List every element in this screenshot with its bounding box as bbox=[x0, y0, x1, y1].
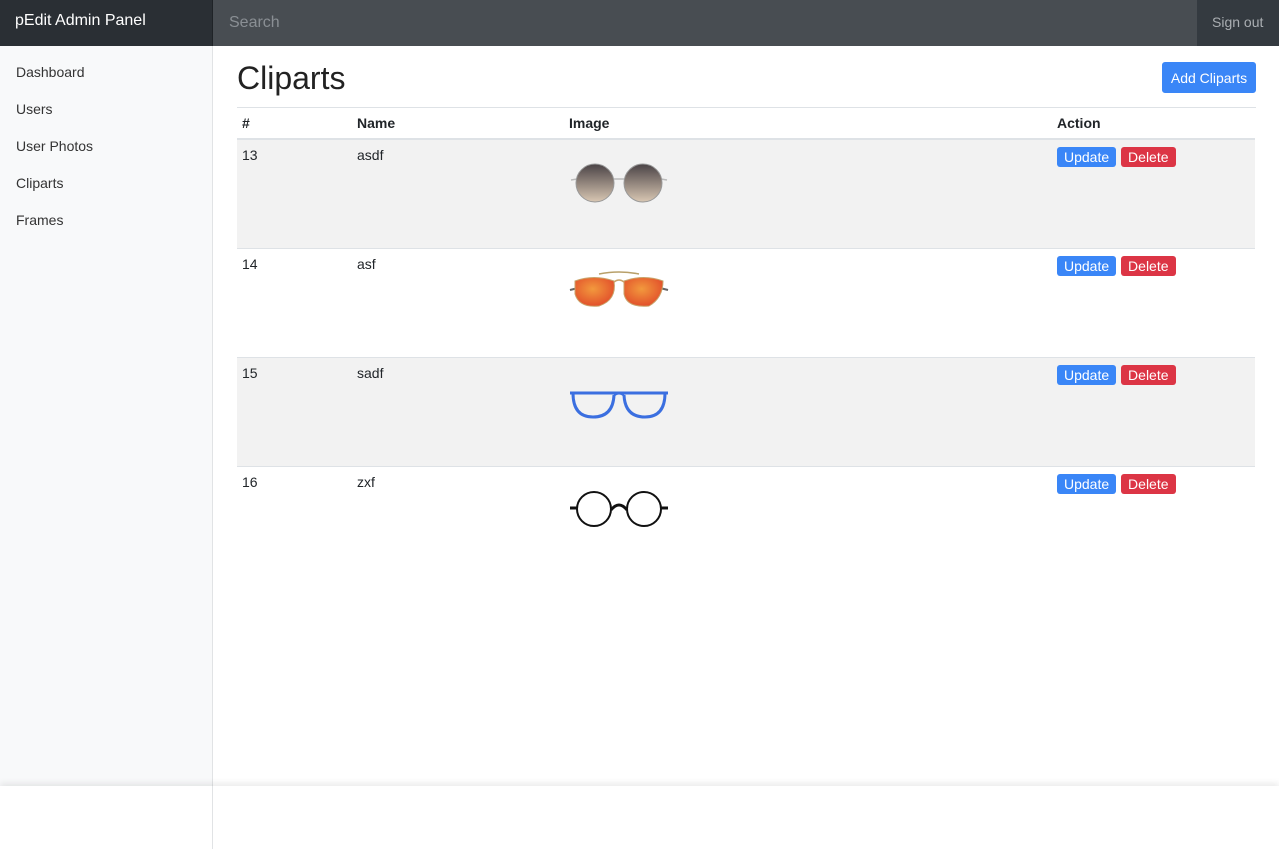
bottom-panel-sidebar-segment bbox=[0, 786, 213, 849]
row-name: asf bbox=[357, 247, 569, 357]
sidebar-item-dashboard[interactable]: Dashboard bbox=[0, 54, 212, 91]
sign-out-link[interactable]: Sign out bbox=[1197, 0, 1279, 46]
column-header-id: # bbox=[237, 108, 357, 140]
row-id: 13 bbox=[237, 138, 357, 248]
black-round-glasses-icon bbox=[570, 490, 668, 527]
sidebar-item-cliparts[interactable]: Cliparts bbox=[0, 165, 212, 202]
row-id: 16 bbox=[237, 465, 357, 575]
sidebar-item-users[interactable]: Users bbox=[0, 91, 212, 128]
add-cliparts-button[interactable]: Add Cliparts bbox=[1162, 62, 1256, 93]
top-navbar: pEdit Admin Panel Sign out bbox=[0, 0, 1279, 46]
delete-button[interactable]: Delete bbox=[1121, 364, 1176, 385]
delete-button[interactable]: Delete bbox=[1121, 147, 1176, 167]
sidebar: Dashboard Users User Photos Cliparts Fra… bbox=[0, 46, 213, 786]
sidebar-item-frames[interactable]: Frames bbox=[0, 202, 212, 239]
gradient-round-sunglasses-icon bbox=[570, 163, 668, 203]
blue-square-glasses-icon bbox=[570, 391, 668, 419]
sidebar-item-user-photos[interactable]: User Photos bbox=[0, 128, 212, 165]
row-name: asdf bbox=[357, 138, 569, 248]
table-row: 15 sadf Update Delete bbox=[237, 356, 1255, 466]
delete-button[interactable]: Delete bbox=[1121, 255, 1176, 276]
row-id: 14 bbox=[237, 247, 357, 357]
row-name: sadf bbox=[357, 356, 569, 466]
bottom-panel bbox=[0, 786, 1279, 849]
page-header: Cliparts Add Cliparts bbox=[237, 46, 1256, 108]
main-content: Cliparts Add Cliparts # Name Image Actio… bbox=[237, 46, 1256, 575]
orange-aviator-sunglasses-icon bbox=[569, 270, 669, 307]
update-button[interactable]: Update bbox=[1057, 255, 1117, 276]
table-row: 13 asdf Update Delete bbox=[237, 138, 1255, 248]
table-row: 16 zxf Update Delete bbox=[237, 465, 1255, 575]
search-input[interactable] bbox=[213, 0, 1197, 46]
update-button[interactable]: Update bbox=[1057, 364, 1117, 385]
update-button[interactable]: Update bbox=[1057, 473, 1117, 494]
row-id: 15 bbox=[237, 356, 357, 466]
column-header-name: Name bbox=[357, 108, 569, 140]
column-header-action: Action bbox=[1057, 108, 1255, 140]
column-header-image: Image bbox=[569, 108, 1057, 140]
page-title: Cliparts bbox=[237, 60, 346, 96]
cliparts-table: # Name Image Action 13 asdf Update Delet… bbox=[237, 108, 1255, 575]
table-header-row: # Name Image Action bbox=[237, 108, 1255, 140]
row-name: zxf bbox=[357, 465, 569, 575]
update-button[interactable]: Update bbox=[1057, 147, 1117, 167]
table-row: 14 asf Update Delete bbox=[237, 247, 1255, 357]
brand-logo[interactable]: pEdit Admin Panel bbox=[0, 0, 213, 46]
delete-button[interactable]: Delete bbox=[1121, 473, 1176, 494]
